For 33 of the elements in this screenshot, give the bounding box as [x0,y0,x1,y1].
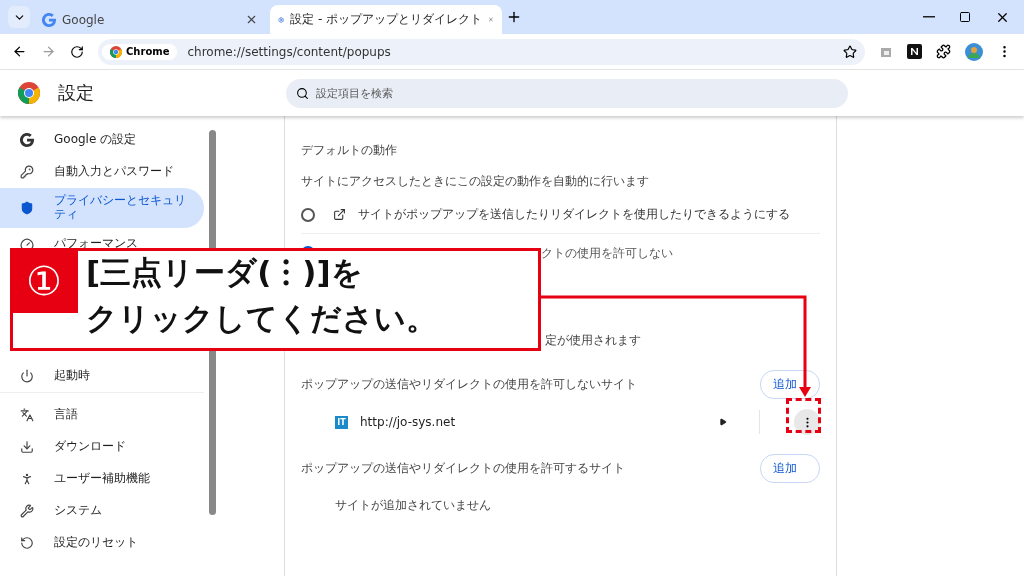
page-title: 設定 [58,81,95,105]
sidebar-item[interactable]: 設定のリセット [0,527,204,559]
sidebar-item[interactable]: 自動入力とパスワード [0,156,204,188]
callout-text: クリックしてください。 [86,299,437,338]
browser-tab[interactable]: 設定 - ポップアップとリダイレクト [270,5,502,34]
sidebar-item[interactable]: システム [0,495,204,527]
tab-title: Google [62,12,106,27]
list-heading: ポップアップの送信やリダイレクトの使用を許可するサイト [301,459,625,477]
sidebar-item[interactable]: ダウンロード [0,431,204,463]
section-heading: デフォルトの動作 [301,142,398,159]
site-favicon: IT [335,415,348,429]
empty-message: サイトが追加されていません [335,496,491,514]
option-label: クトの使用を許可しない [541,244,673,262]
step-number: ① [10,248,78,313]
callout-text: [三点リーダ(︙)]を [86,253,363,292]
list-heading: ポップアップの送信やリダイレクトの使用を許可しないサイト [301,375,637,393]
search-field[interactable]: 設定項目を検索 [286,78,848,108]
option-label: サイトがポップアップを送信したりリダイレクトを使用したりできるようにする [358,206,790,223]
sidebar-item[interactable]: 起動時 [0,360,204,392]
browser-tab[interactable]: Google [34,5,266,34]
sidebar-item[interactable]: プライバシーとセキュリティ [0,188,204,228]
url-text: chrome://settings/content/popups [187,44,392,59]
address-bar[interactable]: Chrome chrome://settings/content/popups [98,38,865,65]
add-button[interactable]: 追加 [760,453,820,483]
site-url[interactable]: http://jo-sys.net [360,415,707,429]
tab-title: 設定 - ポップアップとリダイレクト [290,11,483,28]
sidebar-item[interactable]: ユーザー補助機能 [0,463,204,495]
sidebar-item[interactable]: Google の設定 [0,124,204,156]
add-button[interactable]: 追加 [760,369,820,399]
site-chip[interactable]: Chrome [102,43,178,60]
section-description: 定が使用されます [544,332,642,349]
section-description: サイトにアクセスしたときにこの設定の動作を自動的に行います [301,173,650,190]
sidebar-item[interactable]: 言語 [0,399,204,431]
